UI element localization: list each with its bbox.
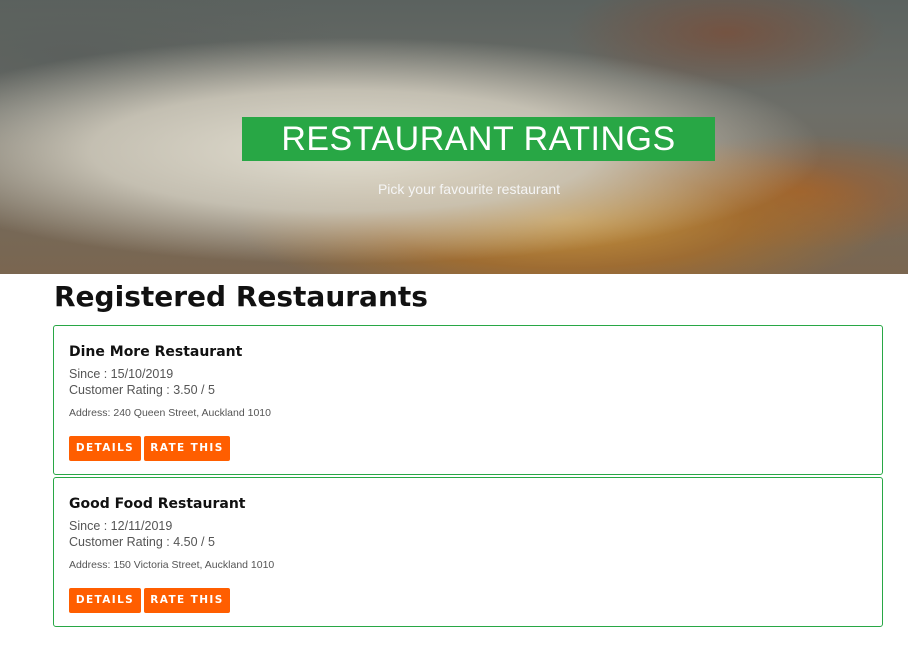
restaurant-address: Address: 240 Queen Street, Auckland 1010 (69, 407, 271, 419)
restaurant-rating: Customer Rating : 4.50 / 5 (69, 535, 215, 549)
rate-this-button[interactable]: RATE THIS (144, 588, 230, 613)
restaurant-name: Dine More Restaurant (69, 344, 243, 360)
restaurant-since: Since : 15/10/2019 (69, 367, 174, 381)
hero-title: RESTAURANT RATINGS (242, 117, 715, 161)
restaurant-card: Dine More Restaurant Since : 15/10/2019 … (53, 325, 883, 475)
restaurant-rating: Customer Rating : 3.50 / 5 (69, 383, 215, 397)
hero-banner: RESTAURANT RATINGS Pick your favourite r… (0, 0, 908, 274)
hero-subtitle: Pick your favourite restaurant (377, 181, 561, 197)
restaurant-since: Since : 12/11/2019 (69, 519, 173, 533)
restaurant-card: Good Food Restaurant Since : 12/11/2019 … (53, 477, 883, 627)
rate-this-button[interactable]: RATE THIS (144, 436, 230, 461)
restaurant-address: Address: 150 Victoria Street, Auckland 1… (69, 559, 275, 571)
details-button[interactable]: DETAILS (69, 436, 141, 461)
page-title: Registered Restaurants (54, 280, 428, 313)
details-button[interactable]: DETAILS (69, 588, 141, 613)
restaurant-name: Good Food Restaurant (69, 496, 246, 512)
